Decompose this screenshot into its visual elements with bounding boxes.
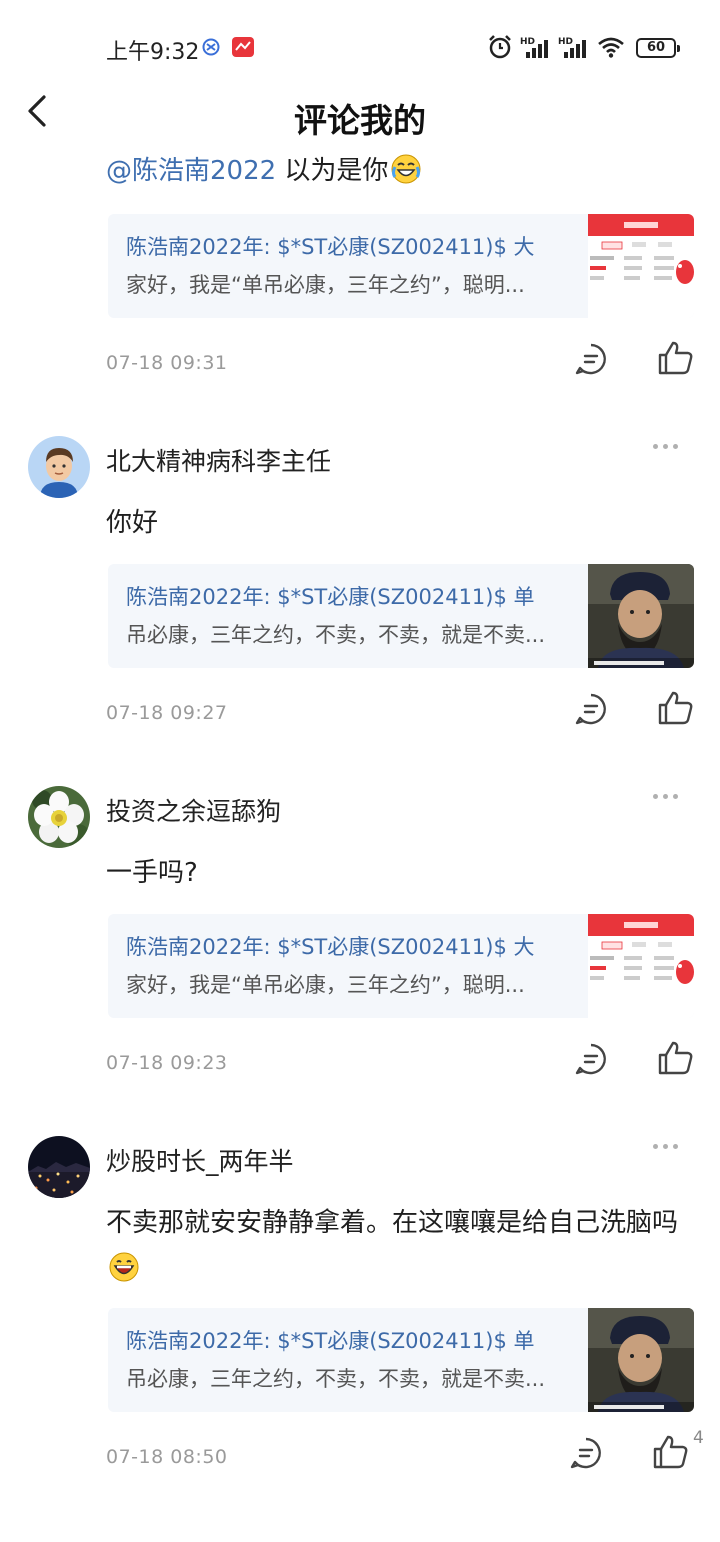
quoted-line1: $*ST必康(SZ002411)$ 单 [277,1329,535,1353]
thumbs-up-icon [658,1041,693,1075]
comment-content: 一手吗? [106,858,198,888]
avatar[interactable] [28,786,90,848]
comment-text: 以为是你 [276,156,389,186]
laughing-tears-emoji-icon [390,153,422,185]
thumbs-up-icon [658,691,693,725]
quoted-post-card[interactable]: 陈浩南2022年: $*ST必康(SZ002411)$ 大 家好，我是“单吊必康… [108,214,694,318]
quoted-line2: 家好，我是“单吊必康，三年之约”，聪明... [126,973,525,997]
comment-timestamp: 07-18 08:50 [106,1446,228,1468]
reply-button[interactable] [574,692,608,726]
like-button[interactable] [656,1039,694,1077]
username[interactable]: 投资之余逗舔狗 [106,792,281,828]
status-bar: 上午9:32 HD HD 60 [0,0,720,96]
quoted-line1: $*ST必康(SZ002411)$ 单 [277,585,535,609]
like-button[interactable] [651,1433,689,1471]
alarm-icon [486,34,514,60]
thumbs-up-icon [658,341,693,375]
more-options-button[interactable] [648,786,682,806]
hd-signal-icon: HD [558,34,590,60]
quoted-line1: $*ST必康(SZ002411)$ 大 [277,935,535,959]
vpn-icon [201,34,221,60]
quoted-line2: 吊必康，三年之约，不卖，不卖，就是不卖... [126,623,546,647]
quoted-post-card[interactable]: 陈浩南2022年: $*ST必康(SZ002411)$ 单 吊必康，三年之约，不… [108,1308,694,1412]
reply-icon [575,343,606,375]
post-thumbnail-image [588,214,694,318]
reply-button[interactable] [569,1436,603,1470]
quoted-author: 陈浩南2022年: [126,585,278,609]
quoted-post-text: 陈浩南2022年: $*ST必康(SZ002411)$ 大 家好，我是“单吊必康… [126,228,566,304]
quoted-post-text: 陈浩南2022年: $*ST必康(SZ002411)$ 单 吊必康，三年之约，不… [126,1322,566,1398]
reply-button[interactable] [574,1042,608,1076]
like-button[interactable] [656,689,694,727]
avatar[interactable] [28,436,90,498]
post-thumbnail-image [588,564,694,668]
quoted-line2: 家好，我是“单吊必康，三年之约”，聪明... [126,273,525,297]
quoted-author: 陈浩南2022年: [126,935,278,959]
reply-button[interactable] [574,342,608,376]
username[interactable]: 北大精神病科李主任 [106,442,331,478]
quoted-post-card[interactable]: 陈浩南2022年: $*ST必康(SZ002411)$ 大 家好，我是“单吊必康… [108,914,694,1018]
comment-timestamp: 07-18 09:27 [106,702,228,724]
comment-timestamp: 07-18 09:23 [106,1052,228,1074]
battery-icon: 60 [636,38,680,58]
comment-content: 不卖那就安安静静拿着。在这嚷嚷是给自己洗脑吗 [106,1200,696,1292]
grinning-emoji-icon [108,1251,140,1283]
reply-icon [570,1437,601,1469]
reply-icon [575,693,606,725]
post-thumbnail-image [588,1308,694,1412]
svg-text:HD: HD [558,37,573,47]
app-notification-icon [232,34,254,60]
quoted-author: 陈浩南2022年: [126,1329,278,1353]
hd-signal-icon: HD [520,34,552,60]
comment-content: @陈浩南2022 以为是你 [106,148,696,194]
like-count: 4 [693,1428,704,1448]
comment-text: 不卖那就安安静静拿着。在这嚷嚷是给自己洗脑吗 [106,1208,679,1238]
reply-icon [575,1043,606,1075]
quoted-line1: $*ST必康(SZ002411)$ 大 [277,235,535,259]
mention-link[interactable]: @陈浩南2022 [106,156,276,186]
wifi-icon [596,34,626,60]
more-options-button[interactable] [648,436,682,456]
like-button[interactable] [656,339,694,377]
page-title: 评论我的 [294,101,426,140]
thumbs-up-icon [653,1435,688,1469]
quoted-author: 陈浩南2022年: [126,235,278,259]
header: 评论我的 [0,95,720,140]
more-options-button[interactable] [648,1136,682,1156]
quoted-post-text: 陈浩南2022年: $*ST必康(SZ002411)$ 单 吊必康，三年之约，不… [126,578,566,654]
comment-timestamp: 07-18 09:31 [106,352,228,374]
comment-content: 你好 [106,508,159,538]
quoted-line2: 吊必康，三年之约，不卖，不卖，就是不卖... [126,1367,546,1391]
quoted-post-card[interactable]: 陈浩南2022年: $*ST必康(SZ002411)$ 单 吊必康，三年之约，不… [108,564,694,668]
avatar[interactable] [28,1136,90,1198]
quoted-post-text: 陈浩南2022年: $*ST必康(SZ002411)$ 大 家好，我是“单吊必康… [126,928,566,1004]
svg-text:HD: HD [520,37,535,47]
post-thumbnail-image [588,914,694,1018]
username[interactable]: 炒股时长_两年半 [106,1142,294,1178]
status-time: 上午9:32 [106,40,200,65]
